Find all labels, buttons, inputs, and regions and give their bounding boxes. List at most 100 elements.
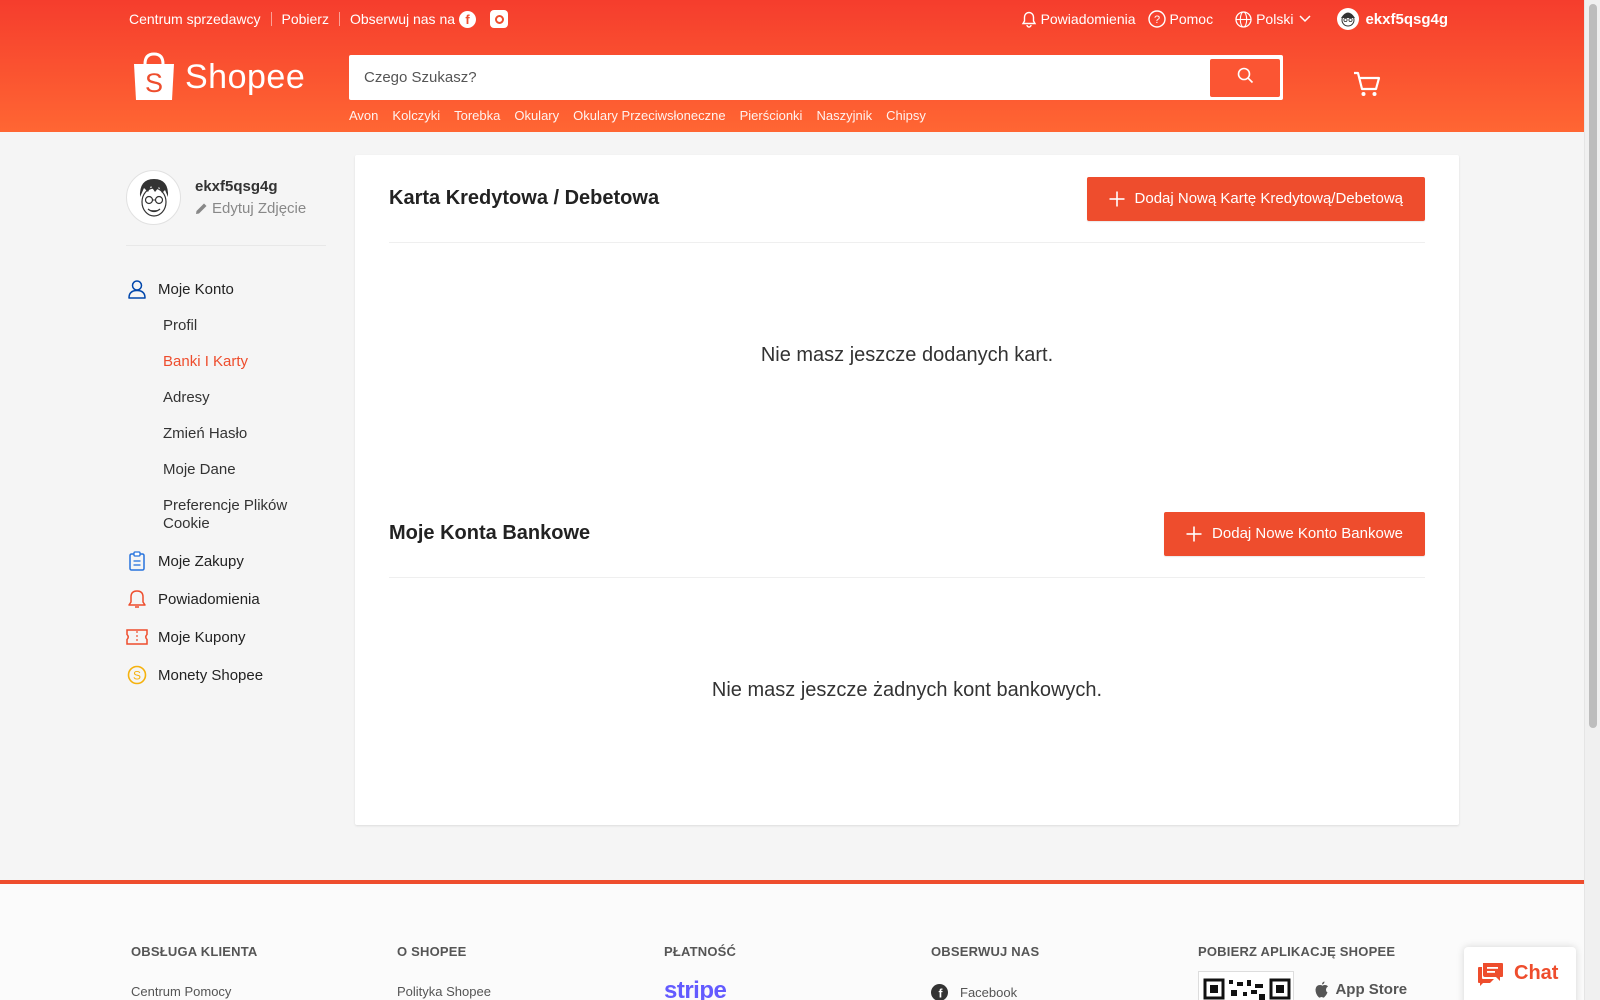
app-store-badge[interactable]: App Store: [1314, 981, 1407, 998]
banks-empty-message: Nie masz jeszcze żadnych kont bankowych.: [711, 679, 1103, 701]
footer-customer-service: OBSŁUGA KLIENTA Centrum Pomocy: [131, 944, 258, 999]
add-card-button[interactable]: Dodaj Nową Kartę Kredytową/Debetową: [1086, 176, 1425, 221]
language-selector[interactable]: Polski: [1235, 10, 1315, 28]
footer-download-app: POBIERZ APLIKACJĘ SHOPEE App Store: [1198, 944, 1407, 1000]
footer-about: O SHOPEE Polityka Shopee: [397, 944, 491, 999]
header: Centrum sprzedawcy Pobierz Obserwuj nas …: [0, 0, 1584, 132]
chevron-down-icon: [1299, 15, 1311, 23]
follow-us-label: Obserwuj nas na: [349, 11, 456, 27]
footer-payment: PŁATNOŚĆ stripe: [664, 944, 736, 1000]
search-suggestions: Avon Kolczyki Torebka Okulary Okulary Pr…: [349, 108, 940, 123]
facebook-icon: f: [931, 984, 948, 1000]
suggestion-link[interactable]: Pierścionki: [740, 108, 803, 123]
banks-section-title: Moje Konta Bankowe: [389, 522, 591, 544]
cart-icon[interactable]: [1352, 69, 1382, 104]
profile-username: ekxf5qsg4g: [195, 178, 278, 195]
shopee-bag-icon: S: [131, 52, 177, 102]
menu-shopee-coins[interactable]: S Monety Shopee: [126, 656, 326, 694]
sidebar-item-my-data[interactable]: Moje Dane: [163, 452, 326, 488]
footer-heading: OBSŁUGA KLIENTA: [131, 944, 258, 959]
facebook-label: Facebook: [960, 985, 1018, 1000]
bell-icon: [1021, 11, 1037, 28]
edit-photo-label: Edytuj Zdjęcie: [212, 200, 307, 217]
avatar: [1337, 8, 1360, 30]
avatar[interactable]: [126, 170, 181, 225]
sidebar-item-profile[interactable]: Profil: [163, 308, 326, 344]
user-menu[interactable]: ekxf5qsg4g: [1337, 8, 1448, 30]
svg-text:S: S: [145, 68, 163, 98]
pencil-icon: [195, 202, 208, 215]
scrollbar-thumb[interactable]: [1589, 4, 1597, 728]
profile-summary: ekxf5qsg4g Edytuj Zdjęcie: [126, 170, 326, 246]
menu-my-account[interactable]: Moje Konto: [126, 270, 326, 308]
globe-icon: [1235, 10, 1252, 28]
menu-notifications[interactable]: Powiadomienia: [126, 580, 326, 618]
help-label: Pomoc: [1169, 11, 1214, 27]
page-scrollbar[interactable]: [1584, 0, 1600, 1000]
sidebar-item-banks-cards[interactable]: Banki I Karty: [163, 344, 326, 380]
footer-heading: PŁATNOŚĆ: [664, 944, 737, 959]
search-button[interactable]: [1210, 58, 1280, 97]
suggestion-link[interactable]: Kolczyki: [392, 108, 440, 123]
help-link[interactable]: ? Pomoc: [1147, 10, 1214, 28]
notifications-link[interactable]: Powiadomienia: [1021, 11, 1136, 28]
suggestion-link[interactable]: Chipsy: [886, 108, 926, 123]
plus-icon: [1186, 526, 1202, 542]
help-center-link[interactable]: Centrum Pomocy: [131, 984, 258, 999]
apple-icon: [1314, 981, 1329, 998]
chat-label: Chat: [1514, 962, 1559, 984]
facebook-link[interactable]: f Facebook: [931, 984, 1039, 1000]
suggestion-link[interactable]: Avon: [349, 108, 378, 123]
add-bank-account-button[interactable]: Dodaj Nowe Konto Bankowe: [1164, 511, 1425, 556]
sidebar-item-cookie-preferences[interactable]: Preferencje Plików Cookie: [163, 488, 326, 542]
stripe-logo: stripe: [664, 977, 727, 1000]
facebook-icon[interactable]: f: [459, 10, 477, 28]
suggestion-link[interactable]: Okulary Przeciwsłoneczne: [573, 108, 725, 123]
sidebar-item-change-password[interactable]: Zmień Hasło: [163, 416, 326, 452]
search-bar: [349, 55, 1283, 100]
instagram-icon[interactable]: [490, 10, 509, 28]
footer: OBSŁUGA KLIENTA Centrum Pomocy O SHOPEE …: [0, 880, 1584, 1000]
shopee-logo[interactable]: S Shopee: [131, 52, 305, 102]
footer-heading: OBSERWUJ NAS: [931, 944, 1040, 959]
topbar-right: Powiadomienia ? Pomoc Polski ekxf5qsg4g: [1009, 0, 1448, 38]
bell-icon: [126, 588, 148, 610]
plus-icon: [1109, 191, 1125, 207]
help-icon: ?: [1147, 10, 1166, 28]
menu-label: Powiadomienia: [158, 590, 260, 608]
seller-center-link[interactable]: Centrum sprzedawcy: [129, 11, 261, 27]
banks-cards-panel: Karta Kredytowa / Debetowa Dodaj Nową Ka…: [355, 155, 1459, 825]
profile-info: ekxf5qsg4g Edytuj Zdjęcie: [195, 178, 306, 217]
chat-button[interactable]: Chat: [1464, 947, 1576, 1000]
menu-my-vouchers[interactable]: Moje Kupony: [126, 618, 326, 656]
chat-icon: [1478, 962, 1504, 986]
notifications-label: Powiadomienia: [1040, 11, 1136, 27]
edit-photo-link[interactable]: Edytuj Zdjęcie: [195, 200, 306, 217]
menu-label: Monety Shopee: [158, 666, 264, 684]
svg-text:?: ?: [1153, 14, 1159, 26]
suggestion-link[interactable]: Okulary: [514, 108, 559, 123]
clipboard-icon: [126, 550, 148, 572]
cards-empty-message: Nie masz jeszcze dodanych kart.: [760, 344, 1054, 366]
account-sidebar: ekxf5qsg4g Edytuj Zdjęcie Moje Konto Pro…: [126, 170, 326, 694]
account-menu: Moje Konto Profil Banki I Karty Adresy Z…: [126, 270, 326, 694]
banks-section-header: Moje Konta Bankowe Dodaj Nowe Konto Bank…: [389, 490, 1425, 578]
download-link[interactable]: Pobierz: [282, 11, 329, 27]
menu-my-purchases[interactable]: Moje Zakupy: [126, 542, 326, 580]
suggestion-link[interactable]: Naszyjnik: [816, 108, 872, 123]
cards-section-header: Karta Kredytowa / Debetowa Dodaj Nową Ka…: [389, 155, 1425, 243]
menu-label: Moje Konto: [158, 280, 234, 298]
search-input[interactable]: [352, 69, 1210, 86]
voucher-icon: [126, 626, 148, 648]
suggestion-link[interactable]: Torebka: [454, 108, 500, 123]
cards-section-title: Karta Kredytowa / Debetowa: [389, 187, 660, 209]
search-icon: [1237, 67, 1254, 89]
add-bank-account-label: Dodaj Nowe Konto Bankowe: [1212, 525, 1403, 542]
footer-heading: O SHOPEE: [397, 944, 467, 959]
qr-code: [1198, 971, 1294, 1000]
footer-follow: OBSERWUJ NAS f Facebook: [931, 944, 1039, 1000]
sidebar-item-addresses[interactable]: Adresy: [163, 380, 326, 416]
footer-heading: POBIERZ APLIKACJĘ SHOPEE: [1198, 944, 1396, 959]
logo-text: Shopee: [185, 57, 306, 96]
policy-link[interactable]: Polityka Shopee: [397, 984, 491, 999]
